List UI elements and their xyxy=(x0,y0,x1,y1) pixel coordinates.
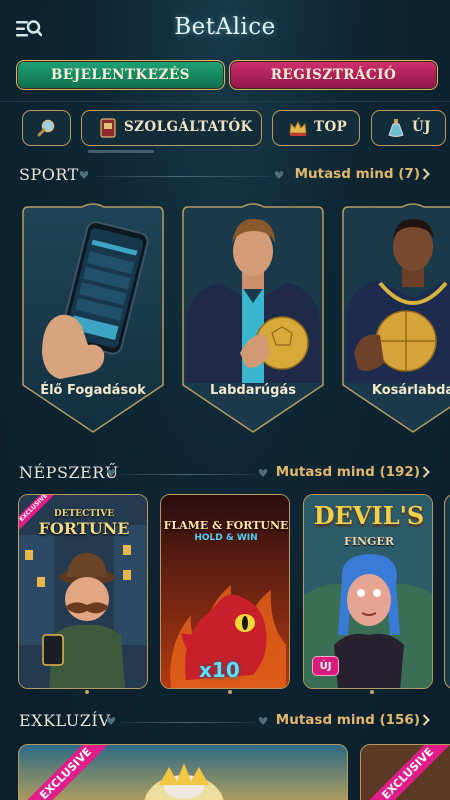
sport-card-label: Élő Fogadások xyxy=(40,383,146,398)
top-header: BetAlice xyxy=(0,0,450,56)
app-screen: BetAlice BEJELENTKEZÉS REGISZTRÁCIÓ SZOL… xyxy=(0,0,450,800)
section-sport-header: SPORT Mutasd mind (7) xyxy=(0,165,450,189)
popular-see-all-link[interactable]: Mutasd mind (192) xyxy=(276,464,420,480)
game-title-line2: HOLD & WIN xyxy=(194,533,258,543)
game-tile-partial[interactable] xyxy=(444,494,450,689)
exclusive-badge: EXCLUSIVE xyxy=(362,745,450,800)
sport-card-frame xyxy=(342,203,450,433)
game-tile-detective-fortune[interactable]: DETECTIVE FORTUNE EXCLUSIVE xyxy=(18,494,148,689)
game-tile-devils-finger[interactable]: DEVIL'S FINGER ÚJ xyxy=(303,494,433,689)
brand-logo[interactable]: BetAlice xyxy=(0,14,450,40)
section-divider xyxy=(121,722,254,723)
chevron-right-icon[interactable] xyxy=(422,714,430,726)
heart-ornament-icon xyxy=(258,469,268,477)
sport-see-all-link[interactable]: Mutasd mind (7) xyxy=(295,166,420,182)
login-button[interactable]: BEJELENTKEZÉS xyxy=(16,60,225,90)
book-icon xyxy=(100,118,116,138)
game-title-line1: DEVIL'S xyxy=(313,501,425,530)
category-scroll-indicator xyxy=(88,150,154,153)
sport-card-frame xyxy=(22,203,164,433)
register-button[interactable]: REGISZTRÁCIÓ xyxy=(229,60,438,90)
game-title-line1: FLAME & FORTUNE xyxy=(163,519,289,532)
auth-buttons: BEJELENTKEZÉS REGISZTRÁCIÓ xyxy=(16,60,438,90)
new-badge: ÚJ xyxy=(312,656,339,676)
magnifier-icon xyxy=(37,119,55,137)
section-sport-title: SPORT xyxy=(19,165,79,184)
category-new-label: ÚJ xyxy=(412,119,431,135)
exclusive-game-tile[interactable]: EXCLUSIVE xyxy=(360,744,450,800)
category-new[interactable]: ÚJ xyxy=(371,110,446,146)
heart-ornament-icon xyxy=(258,717,268,725)
sport-card-live[interactable]: Élő Fogadások xyxy=(20,203,166,436)
chevron-right-icon[interactable] xyxy=(422,168,430,180)
category-search[interactable] xyxy=(22,110,71,146)
chevron-right-icon[interactable] xyxy=(422,466,430,478)
section-exclusive-header: EXKLUZÍV Mutasd mind (156) xyxy=(0,711,450,735)
heart-ornament-icon xyxy=(274,171,284,179)
category-providers-label: SZOLGÁLTATÓK xyxy=(124,119,253,135)
category-providers[interactable]: SZOLGÁLTATÓK xyxy=(81,110,262,146)
section-divider xyxy=(121,474,254,475)
game-tile-flame-fortune[interactable]: FLAME & FORTUNE HOLD & WIN x10 xyxy=(160,494,290,689)
section-popular-header: NÉPSZERŰ Mutasd mind (192) xyxy=(0,463,450,487)
sport-card-basketball[interactable]: Kosárlabda xyxy=(340,203,450,436)
sport-card-label: Labdarúgás xyxy=(210,383,296,398)
sport-card-football[interactable]: Labdarúgás xyxy=(180,203,326,436)
category-top-label: TOP xyxy=(314,119,348,135)
potion-icon xyxy=(388,119,404,137)
exclusive-see-all-link[interactable]: Mutasd mind (156) xyxy=(276,712,420,728)
section-popular-title: NÉPSZERŰ xyxy=(19,463,119,482)
category-top[interactable]: TOP xyxy=(272,110,360,146)
game-multiplier: x10 xyxy=(199,658,240,682)
section-divider xyxy=(94,176,270,177)
carousel-dots xyxy=(85,690,374,694)
heart-ornament-icon xyxy=(106,717,116,725)
heart-ornament-icon xyxy=(79,171,89,179)
sport-card-label: Kosárlabda xyxy=(371,383,450,398)
heart-ornament-icon xyxy=(106,469,116,477)
crown-icon xyxy=(289,120,307,136)
game-title-line2: FORTUNE xyxy=(38,519,130,538)
section-exclusive-title: EXKLUZÍV xyxy=(19,711,111,730)
header-divider xyxy=(0,101,450,102)
category-bar: SZOLGÁLTATÓK TOP ÚJ xyxy=(0,110,450,146)
game-title-line2: FINGER xyxy=(344,535,394,548)
exclusive-game-tile[interactable]: EXCLUSIVE xyxy=(18,744,348,800)
sport-card-frame xyxy=(182,203,324,433)
